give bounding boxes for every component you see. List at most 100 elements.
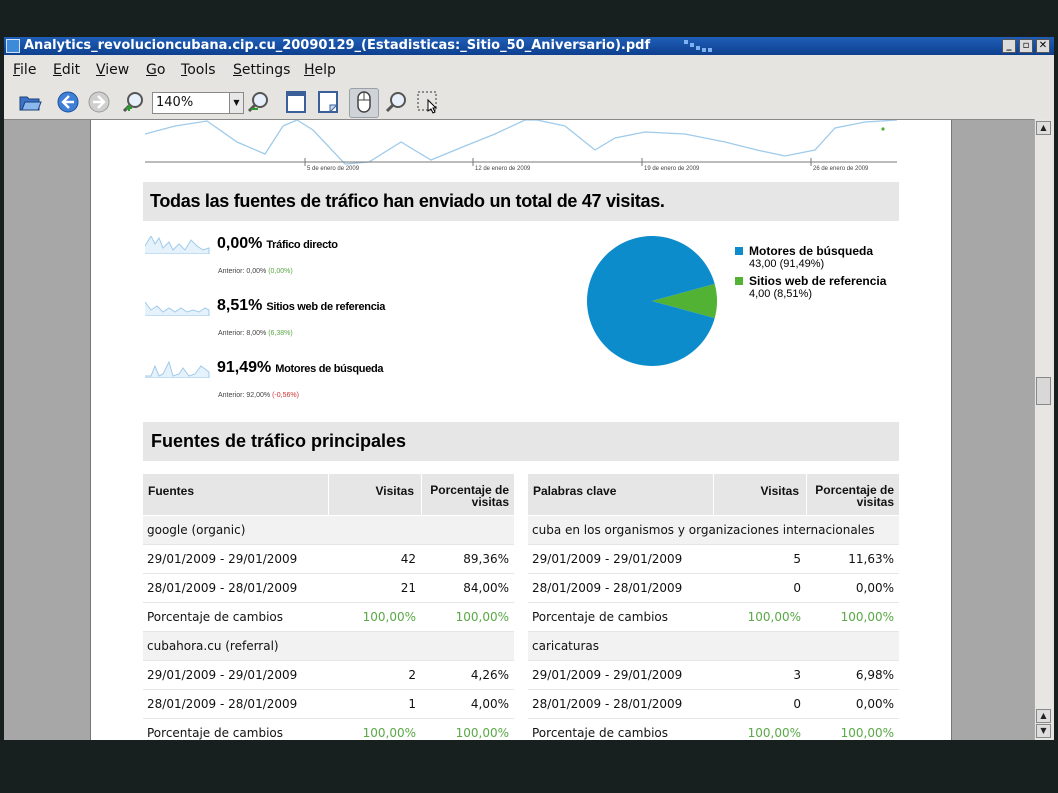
select-tool-icon[interactable] bbox=[416, 90, 440, 114]
source-pct-value: 0,00% bbox=[217, 235, 263, 252]
zoom-tool-icon[interactable] bbox=[385, 90, 409, 114]
cell-visits: 0 bbox=[793, 697, 801, 711]
scroll-thumb[interactable] bbox=[1036, 377, 1051, 405]
source-pct-value: 91,49% bbox=[217, 359, 272, 376]
app-icon[interactable] bbox=[6, 39, 20, 53]
toolbar: 140% ▼ bbox=[4, 83, 1054, 119]
previous-period: Anterior: 92,00% (-0,56%) bbox=[218, 392, 299, 399]
cell-percent: 4,00% bbox=[470, 697, 509, 711]
scroll-down-icon[interactable]: ▼ bbox=[1036, 724, 1051, 738]
column-header[interactable]: Visitas bbox=[713, 474, 803, 515]
open-folder-icon[interactable] bbox=[18, 90, 42, 114]
chevron-down-icon[interactable]: ▼ bbox=[229, 93, 243, 113]
table-row: 28/01/2009 - 28/01/2009 0 0,00% bbox=[528, 690, 899, 719]
fit-width-icon[interactable] bbox=[316, 90, 340, 114]
table-row: Porcentaje de cambios 100,00% 100,00% bbox=[528, 603, 899, 632]
previous-value: Anterior: 8,00% bbox=[218, 330, 269, 337]
table-row: Porcentaje de cambios 100,00% 100,00% bbox=[143, 719, 514, 740]
cell-percent: 100,00% bbox=[455, 726, 509, 740]
table-group-row: caricaturas bbox=[528, 632, 899, 661]
zoom-value: 140% bbox=[156, 95, 194, 110]
cell-visits: 100,00% bbox=[362, 726, 416, 740]
cell-percent: 4,26% bbox=[470, 668, 509, 682]
menu-edit[interactable]: Edit bbox=[53, 62, 80, 78]
legend-value: 4,00 (8,51%) bbox=[749, 288, 812, 300]
menu-file[interactable]: File bbox=[13, 62, 36, 78]
browse-tool-icon[interactable] bbox=[352, 90, 376, 114]
cell-percent: 0,00% bbox=[855, 581, 894, 595]
cell-label: 28/01/2009 - 28/01/2009 bbox=[147, 581, 298, 595]
cell-visits: 100,00% bbox=[362, 610, 416, 624]
legend-swatch bbox=[735, 277, 743, 285]
cell-visits: 3 bbox=[793, 668, 801, 682]
column-header[interactable]: Porcentaje de visitas bbox=[421, 474, 514, 515]
cell-visits: 1 bbox=[408, 697, 416, 711]
zoom-out-icon[interactable] bbox=[247, 90, 271, 114]
change-value: (0,00%) bbox=[268, 268, 293, 275]
table-group-row: cubahora.cu (referral) bbox=[143, 632, 514, 661]
window-title: Analytics_revolucioncubana.cip.cu_200901… bbox=[24, 38, 651, 53]
traffic-summary-heading: Todas las fuentes de tráfico han enviado… bbox=[143, 182, 899, 221]
legend-swatch bbox=[735, 247, 743, 255]
cell-label: cubahora.cu (referral) bbox=[147, 639, 279, 653]
sparkline bbox=[145, 301, 210, 316]
change-value: (6,38%) bbox=[268, 330, 293, 337]
table-row: 29/01/2009 - 29/01/2009 42 89,36% bbox=[143, 545, 514, 574]
vertical-scrollbar[interactable]: ▲ ▲ ▼ bbox=[1034, 119, 1052, 740]
menu-bar: File Edit View Go Tools Settings Help bbox=[4, 55, 1054, 83]
column-header[interactable]: Visitas bbox=[328, 474, 418, 515]
title-bar[interactable]: Analytics_revolucioncubana.cip.cu_200901… bbox=[4, 37, 1054, 55]
cell-visits: 2 bbox=[408, 668, 416, 682]
axis-date-label: 19 de enero de 2009 bbox=[644, 166, 700, 172]
table-row: 29/01/2009 - 29/01/2009 2 4,26% bbox=[143, 661, 514, 690]
column-header[interactable]: Fuentes bbox=[148, 484, 194, 498]
column-header[interactable]: Porcentaje de visitas bbox=[806, 474, 899, 515]
change-value: (-0,56%) bbox=[272, 392, 299, 399]
table-row: 29/01/2009 - 29/01/2009 5 11,63% bbox=[528, 545, 899, 574]
cell-label: 29/01/2009 - 29/01/2009 bbox=[147, 668, 298, 682]
top-sources-heading: Fuentes de tráfico principales bbox=[143, 422, 899, 461]
legend-entry: Sitios web de referencia 4,00 (8,51%) bbox=[735, 274, 886, 300]
menu-help[interactable]: Help bbox=[304, 62, 336, 78]
cell-label: 29/01/2009 - 29/01/2009 bbox=[532, 552, 683, 566]
zoom-in-icon[interactable] bbox=[122, 90, 146, 114]
document-viewport[interactable]: 5 de enero de 2009 12 de enero de 2009 1… bbox=[4, 119, 1034, 740]
menu-settings[interactable]: Settings bbox=[233, 62, 290, 78]
sparkline bbox=[145, 360, 210, 378]
cell-percent: 84,00% bbox=[463, 581, 509, 595]
traffic-pie-chart bbox=[587, 235, 717, 366]
scroll-up-icon[interactable]: ▲ bbox=[1036, 709, 1051, 723]
minimize-button[interactable]: _ bbox=[1002, 39, 1016, 53]
pdf-page: 5 de enero de 2009 12 de enero de 2009 1… bbox=[90, 120, 952, 740]
legend-name: Sitios web de referencia bbox=[749, 274, 887, 288]
zoom-select[interactable]: 140% ▼ bbox=[152, 92, 244, 114]
legend-value: 43,00 (91,49%) bbox=[749, 258, 825, 270]
forward-icon[interactable] bbox=[87, 90, 111, 114]
close-button[interactable]: ✕ bbox=[1036, 39, 1050, 53]
cell-label: cuba en los organismos y organizaciones … bbox=[532, 523, 875, 537]
sources-table: Fuentes Visitas Porcentaje de visitas googl… bbox=[143, 474, 514, 740]
cell-visits: 100,00% bbox=[747, 726, 801, 740]
fit-page-icon[interactable] bbox=[284, 90, 308, 114]
table-header: Fuentes Visitas Porcentaje de visitas bbox=[143, 474, 514, 515]
source-label: Tráfico directo bbox=[266, 239, 338, 251]
maximize-button[interactable]: ▫ bbox=[1019, 39, 1033, 53]
table-row: Porcentaje de cambios 100,00% 100,00% bbox=[528, 719, 899, 740]
menu-tools[interactable]: Tools bbox=[181, 62, 216, 78]
source-label: Motores de búsqueda bbox=[275, 363, 384, 375]
previous-period: Anterior: 0,00% (0,00%) bbox=[218, 268, 293, 275]
menu-go[interactable]: Go bbox=[146, 62, 165, 78]
axis-date-label: 12 de enero de 2009 bbox=[475, 166, 531, 172]
previous-period: Anterior: 8,00% (6,38%) bbox=[218, 330, 293, 337]
back-icon[interactable] bbox=[56, 90, 80, 114]
scroll-up-icon[interactable]: ▲ bbox=[1036, 121, 1051, 135]
titlebar-decoration-icon bbox=[684, 40, 712, 52]
menu-view[interactable]: View bbox=[96, 62, 129, 78]
table-row: 28/01/2009 - 28/01/2009 1 4,00% bbox=[143, 690, 514, 719]
column-header[interactable]: Palabras clave bbox=[533, 484, 616, 498]
cell-label: 28/01/2009 - 28/01/2009 bbox=[532, 697, 683, 711]
cell-percent: 89,36% bbox=[463, 552, 509, 566]
keywords-table: Palabras clave Visitas Porcentaje de visit… bbox=[528, 474, 899, 740]
cell-label: Porcentaje de cambios bbox=[532, 726, 668, 740]
axis-date-label: 26 de enero de 2009 bbox=[813, 166, 869, 172]
